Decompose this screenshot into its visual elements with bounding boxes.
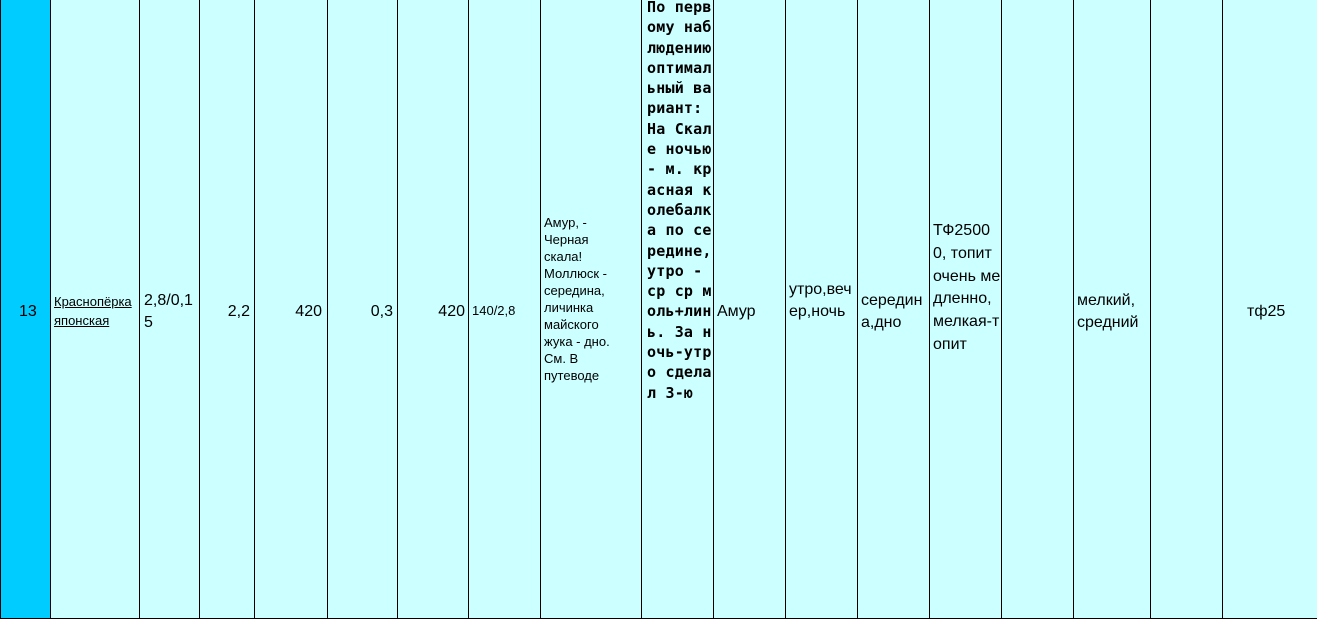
cell-18-value: тф25: [1247, 303, 1286, 320]
cell-6[interactable]: 0,3: [328, 0, 398, 618]
cell-5[interactable]: 420: [255, 0, 328, 618]
cell-7[interactable]: 420: [398, 0, 469, 618]
cell-16-value: мелкий, средний: [1077, 292, 1139, 331]
cell-14-value: ТФ25000, топит очень медленно, мелкая-то…: [933, 222, 1001, 353]
cell-8[interactable]: 140/2,8: [469, 0, 541, 618]
table-row: 13 Краснопёрка японская 2,8/0,15 2,2 420…: [0, 0, 1317, 622]
cell-4-value: 2,2: [227, 303, 250, 320]
cell-6-value: 0,3: [370, 303, 393, 320]
cell-5-value: 420: [295, 303, 322, 320]
species-link[interactable]: Краснопёрка японская: [54, 292, 138, 330]
cell-13[interactable]: середина,дно: [858, 0, 930, 618]
cell-12-value: утро,вечер,ночь: [789, 281, 852, 320]
cell-9-value: Амур, - Черная скала! Моллюск - середина…: [544, 215, 610, 383]
next-row-edge: [0, 618, 1317, 622]
cell-4[interactable]: 2,2: [200, 0, 255, 618]
cell-10-value: По первому наблюдению оптимальный вариан…: [647, 0, 712, 402]
cell-13-value: середина,дно: [861, 292, 923, 331]
cell-9[interactable]: Амур, - Черная скала! Моллюск - середина…: [541, 0, 642, 618]
cell-12[interactable]: утро,вечер,ночь: [786, 0, 858, 618]
cell-15[interactable]: [1002, 0, 1074, 618]
cell-18[interactable]: тф25: [1223, 0, 1317, 618]
cell-8-value: 140/2,8: [472, 303, 516, 318]
cell-14[interactable]: ТФ25000, топит очень медленно, мелкая-то…: [930, 0, 1002, 618]
cell-3[interactable]: 2,8/0,15: [140, 0, 200, 618]
cell-7-value: 420: [438, 303, 465, 320]
row-number-cell[interactable]: 13: [0, 0, 51, 618]
cell-10[interactable]: По первому наблюдению оптимальный вариан…: [642, 0, 714, 618]
cell-16[interactable]: мелкий, средний: [1074, 0, 1151, 618]
row-number: 13: [19, 303, 37, 320]
species-cell[interactable]: Краснопёрка японская: [51, 0, 140, 618]
cell-3-value: 2,8/0,15: [144, 292, 193, 331]
cell-17[interactable]: [1151, 0, 1223, 618]
cell-11[interactable]: Амур: [714, 0, 786, 618]
cell-11-value: Амур: [717, 303, 756, 320]
